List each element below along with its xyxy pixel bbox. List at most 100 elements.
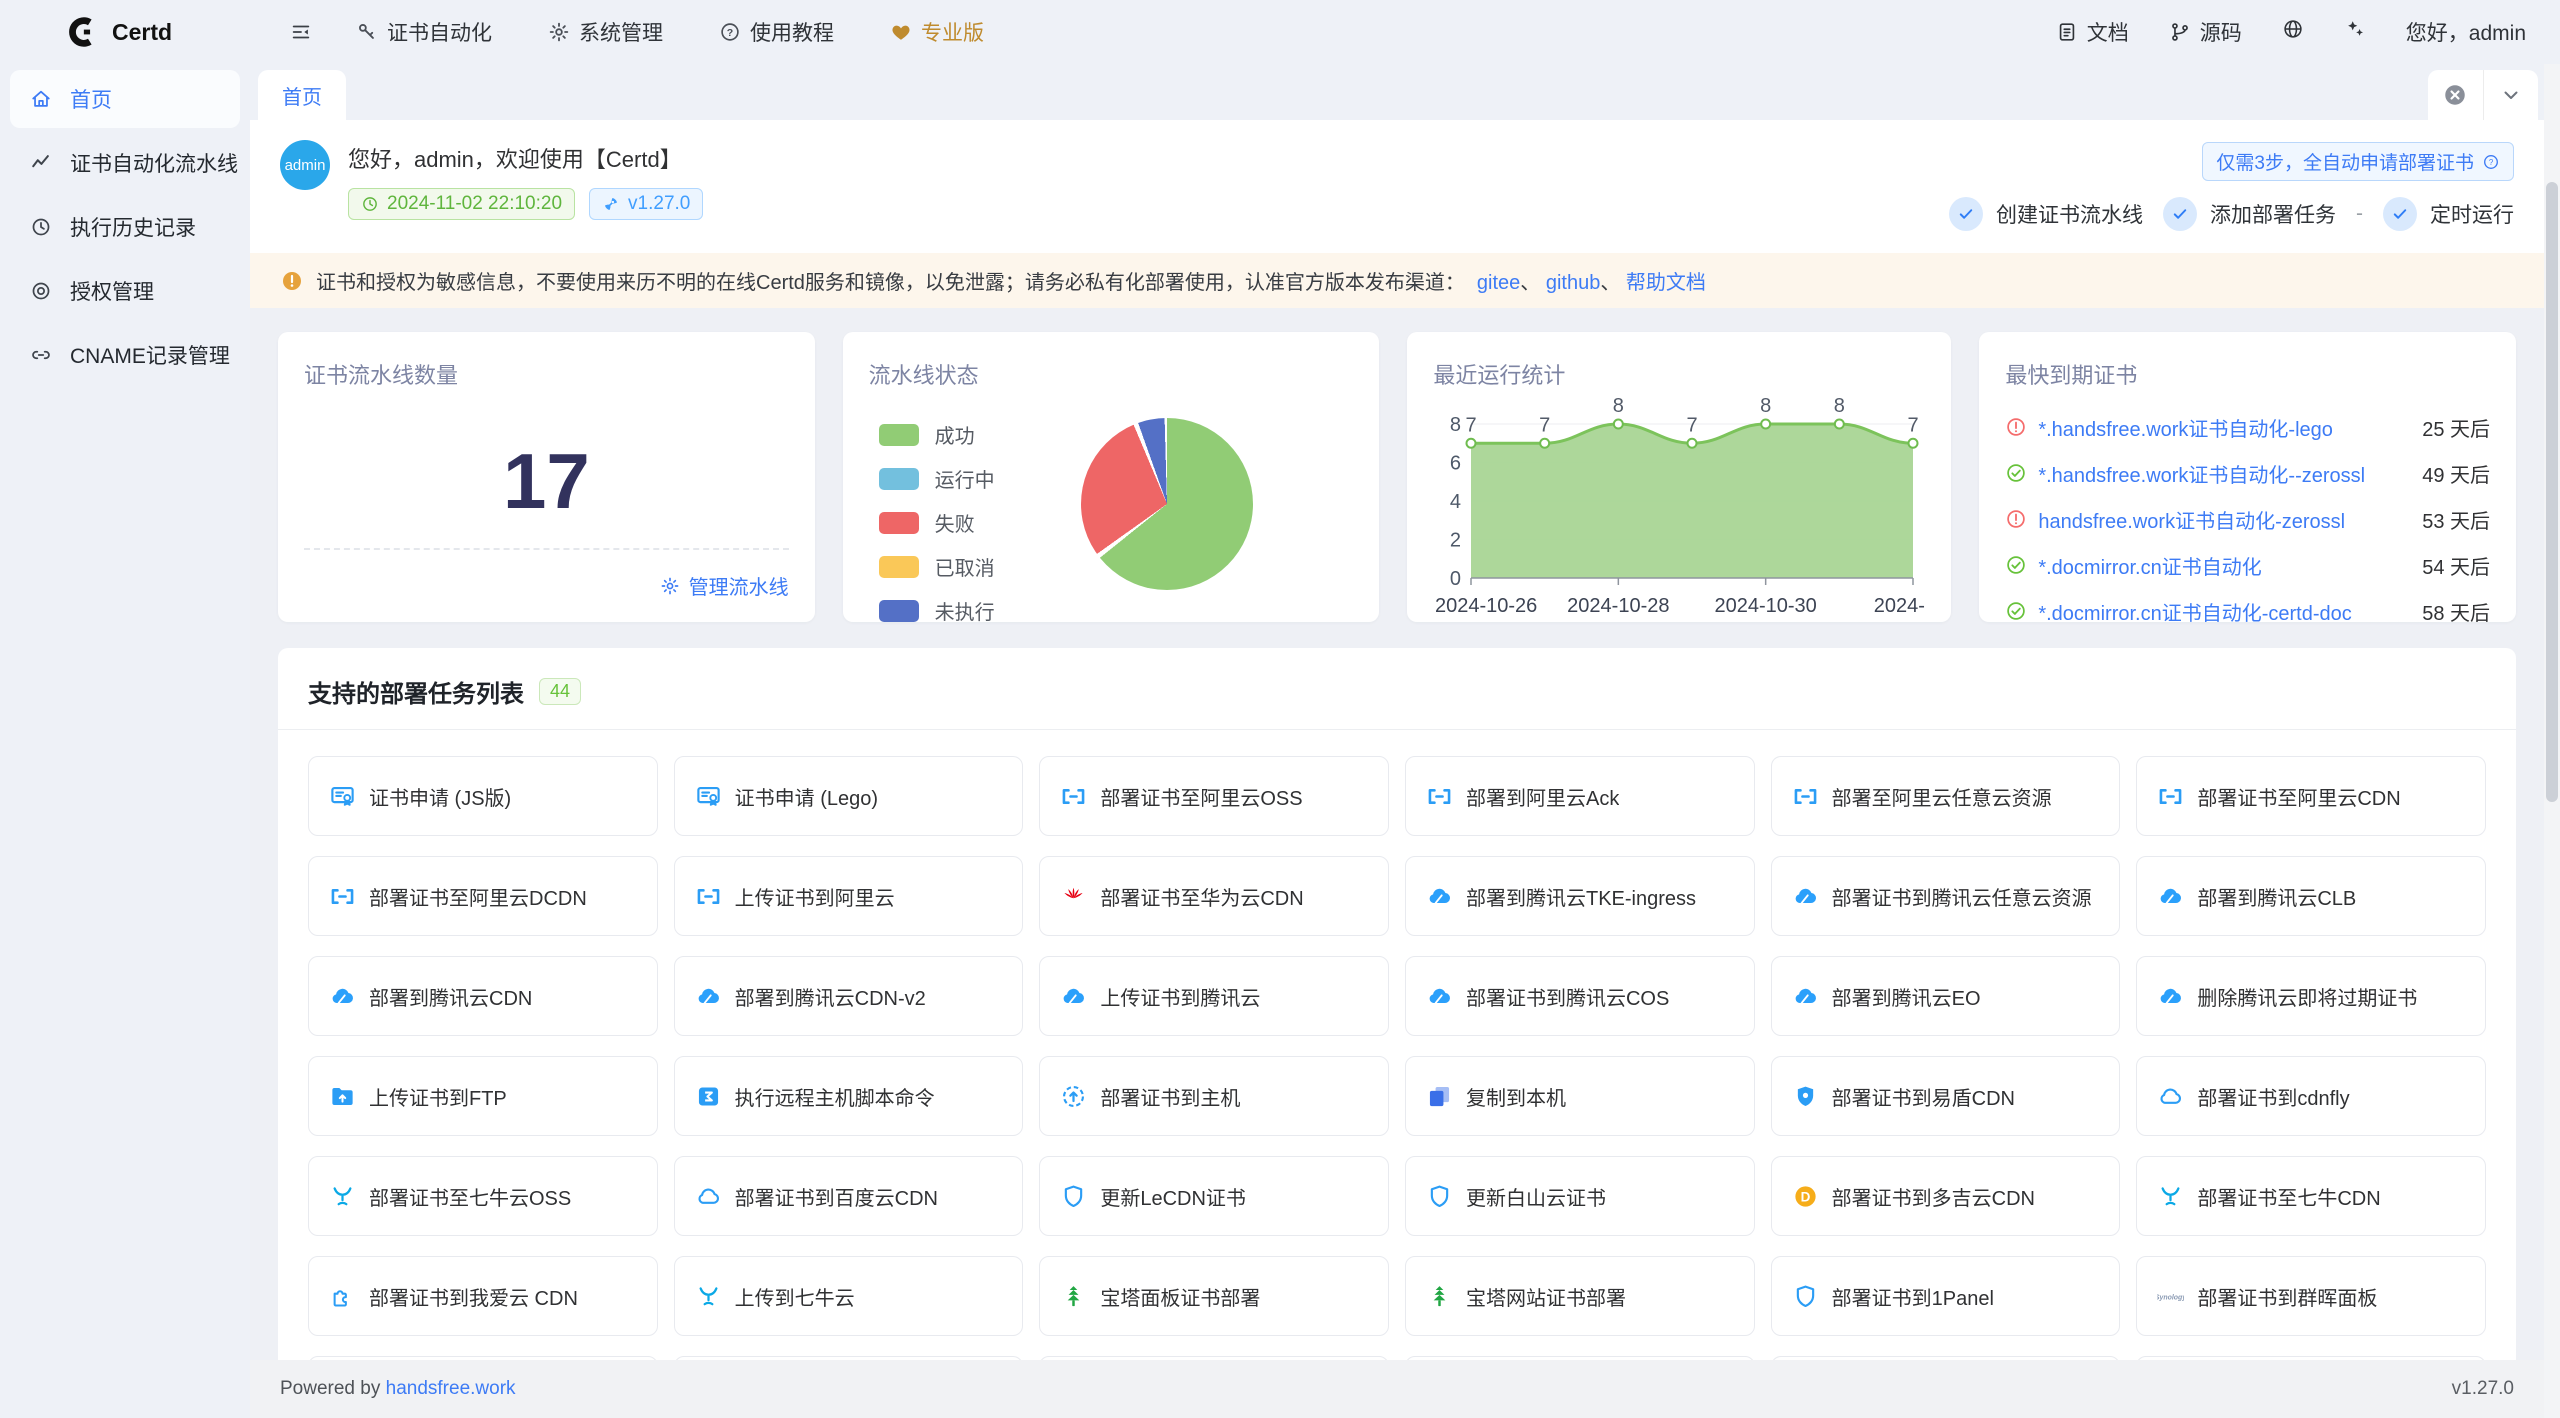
deploy-task-27[interactable]: 更新白山云证书: [1405, 1156, 1755, 1236]
deploy-task-16[interactable]: 部署到腾讯云EO: [1771, 956, 2121, 1036]
sidebar-item-1[interactable]: 证书自动化流水线: [10, 134, 240, 192]
sidebar-item-label: 授权管理: [70, 276, 154, 306]
deploy-task-2[interactable]: 部署证书至阿里云OSS: [1039, 756, 1389, 836]
deploy-task-label: 部署证书至阿里云CDN: [2197, 782, 2400, 811]
navbar-link-doc[interactable]: 文档: [2056, 17, 2129, 47]
expiry-cert-link[interactable]: *.handsfree.work证书自动化-lego: [2038, 413, 2411, 442]
deploy-task-22[interactable]: 部署证书到易盾CDN: [1771, 1056, 2121, 1136]
deploy-task-18[interactable]: 上传证书到FTP: [308, 1056, 658, 1136]
cert-icon: [329, 783, 356, 810]
deploy-task-label: 部署证书至七牛CDN: [2197, 1182, 2380, 1211]
sidebar-item-3[interactable]: 授权管理: [10, 262, 240, 320]
notice-link-2[interactable]: 帮助文档: [1626, 272, 1706, 294]
deploy-task-31[interactable]: 上传到七牛云: [674, 1256, 1024, 1336]
deploy-task-label: 部署证书到1Panel: [1832, 1282, 1994, 1311]
deploy-task-17[interactable]: 删除腾讯云即将过期证书: [2136, 956, 2486, 1036]
deploy-task-6[interactable]: 部署证书至阿里云DCDN: [308, 856, 658, 936]
success-circle-icon: [2005, 600, 2027, 622]
notice-link-1[interactable]: github: [1546, 272, 1601, 294]
globe-button[interactable]: [2282, 18, 2304, 46]
deploy-task-8[interactable]: 部署证书至华为云CDN: [1039, 856, 1389, 936]
legend-item-2[interactable]: 失败: [879, 508, 995, 537]
legend-item-4[interactable]: 未执行: [879, 596, 995, 625]
deploy-tasks-header: 支持的部署任务列表 44: [278, 648, 2516, 730]
sidebar-item-4[interactable]: CNAME记录管理: [10, 326, 240, 384]
navbar-right: 文档 源码 您好，admin: [2056, 17, 2560, 47]
svg-text:7: 7: [1908, 414, 1919, 436]
notice-link-0[interactable]: gitee: [1477, 272, 1520, 294]
manage-pipelines-link[interactable]: 管理流水线: [660, 571, 789, 600]
shieldfill-icon: [1792, 1083, 1819, 1110]
close-tab-icon[interactable]: [2428, 70, 2484, 120]
sparkles-button[interactable]: [2344, 18, 2366, 46]
tab-home-label: 首页: [282, 81, 322, 110]
expiry-cert-link[interactable]: handsfree.work证书自动化-zerossl: [2038, 505, 2411, 534]
steps-hint-badge[interactable]: 仅需3步，全自动申请部署证书 ?: [2202, 142, 2514, 181]
user-menu[interactable]: 您好，admin: [2406, 17, 2526, 47]
target-icon: [30, 280, 52, 302]
stats-row: 证书流水线数量 17 管理流水线 流水线状态 成功运行中失败已取消未执行 最近运…: [250, 308, 2544, 622]
legend-item-0[interactable]: 成功: [879, 420, 995, 449]
deploy-task-30[interactable]: 部署证书到我爱云 CDN: [308, 1256, 658, 1336]
expiry-cert-link[interactable]: *.handsfree.work证书自动化--zerossl: [2038, 459, 2411, 488]
upcircle-icon: [1060, 1083, 1087, 1110]
deploy-task-25[interactable]: 部署证书到百度云CDN: [674, 1156, 1024, 1236]
handsfree-link[interactable]: handsfree.work: [386, 1378, 516, 1400]
deploy-task-9[interactable]: 部署到腾讯云TKE-ingress: [1405, 856, 1755, 936]
deploy-task-4[interactable]: 部署至阿里云任意云资源: [1771, 756, 2121, 836]
scrollbar-thumb[interactable]: [2546, 182, 2558, 802]
deploy-task-12[interactable]: 部署到腾讯云CDN: [308, 956, 658, 1036]
divider: [304, 548, 789, 550]
deploy-task-34[interactable]: 部署证书到1Panel: [1771, 1256, 2121, 1336]
puzzle-icon: [329, 1283, 356, 1310]
collapse-menu-icon[interactable]: [290, 21, 312, 43]
sidebar-item-2[interactable]: 执行历史记录: [10, 198, 240, 256]
deploy-task-20[interactable]: 部署证书到主机: [1039, 1056, 1389, 1136]
sidebar-item-0[interactable]: 首页: [10, 70, 240, 128]
qiniu-icon: [695, 1283, 722, 1310]
navbar-link-branch[interactable]: 源码: [2169, 17, 2242, 47]
deploy-task-21[interactable]: 复制到本机: [1405, 1056, 1755, 1136]
expiry-cert-link[interactable]: *.docmirror.cn证书自动化-certd-doc: [2038, 597, 2411, 626]
legend-item-1[interactable]: 运行中: [879, 464, 995, 493]
deploy-task-29[interactable]: 部署证书至七牛CDN: [2136, 1156, 2486, 1236]
deploy-task-28[interactable]: D部署证书到多吉云CDN: [1771, 1156, 2121, 1236]
svg-text:4: 4: [1450, 491, 1461, 513]
menu-item-0[interactable]: 证书自动化: [356, 17, 492, 47]
deploy-task-19[interactable]: 执行远程主机脚本命令: [674, 1056, 1024, 1136]
svg-text:D: D: [1800, 1189, 1810, 1204]
svg-text:2024-10-28: 2024-10-28: [1568, 595, 1670, 617]
tab-home[interactable]: 首页: [258, 70, 346, 120]
deploy-task-11[interactable]: 部署到腾讯云CLB: [2136, 856, 2486, 936]
deploy-task-label: 证书申请 (Lego): [735, 782, 878, 811]
deploy-task-3[interactable]: 部署到阿里云Ack: [1405, 756, 1755, 836]
menu-item-2[interactable]: ?使用教程: [719, 17, 834, 47]
scrollbar-track[interactable]: [2544, 64, 2560, 1418]
legend-label: 失败: [935, 508, 975, 537]
deploy-task-label: 部署证书到主机: [1100, 1082, 1240, 1111]
menu-item-1[interactable]: 系统管理: [548, 17, 663, 47]
deploy-task-10[interactable]: 部署证书到腾讯云任意云资源: [1771, 856, 2121, 936]
avatar[interactable]: admin: [280, 140, 330, 190]
deploy-task-5[interactable]: 部署证书至阿里云CDN: [2136, 756, 2486, 836]
deploy-task-24[interactable]: 部署证书至七牛云OSS: [308, 1156, 658, 1236]
deploy-task-7[interactable]: 上传证书到阿里云: [674, 856, 1024, 936]
deploy-task-23[interactable]: 部署证书到cdnfly: [2136, 1056, 2486, 1136]
legend-item-3[interactable]: 已取消: [879, 552, 995, 581]
expiry-cert-link[interactable]: *.docmirror.cn证书自动化: [2038, 551, 2411, 580]
deploy-task-26[interactable]: 更新LeCDN证书: [1039, 1156, 1389, 1236]
deploy-task-35[interactable]: Synology部署证书到群晖面板: [2136, 1256, 2486, 1336]
deploy-task-13[interactable]: 部署到腾讯云CDN-v2: [674, 956, 1024, 1036]
brand[interactable]: Certd: [0, 15, 250, 49]
key-icon: [356, 21, 378, 43]
deploy-task-33[interactable]: 宝塔网站证书部署: [1405, 1256, 1755, 1336]
deploy-task-1[interactable]: 证书申请 (Lego): [674, 756, 1024, 836]
deploy-task-32[interactable]: 宝塔面板证书部署: [1039, 1256, 1389, 1336]
chevron-down-icon[interactable]: [2484, 70, 2539, 120]
deploy-task-15[interactable]: 部署证书到腾讯云COS: [1405, 956, 1755, 1036]
deploy-task-14[interactable]: 上传证书到腾讯云: [1039, 956, 1389, 1036]
step-label: 创建证书流水线: [1996, 199, 2143, 229]
menu-item-3[interactable]: 专业版: [890, 17, 984, 47]
deploy-task-0[interactable]: 证书申请 (JS版): [308, 756, 658, 836]
aliyun-icon: [329, 883, 356, 910]
